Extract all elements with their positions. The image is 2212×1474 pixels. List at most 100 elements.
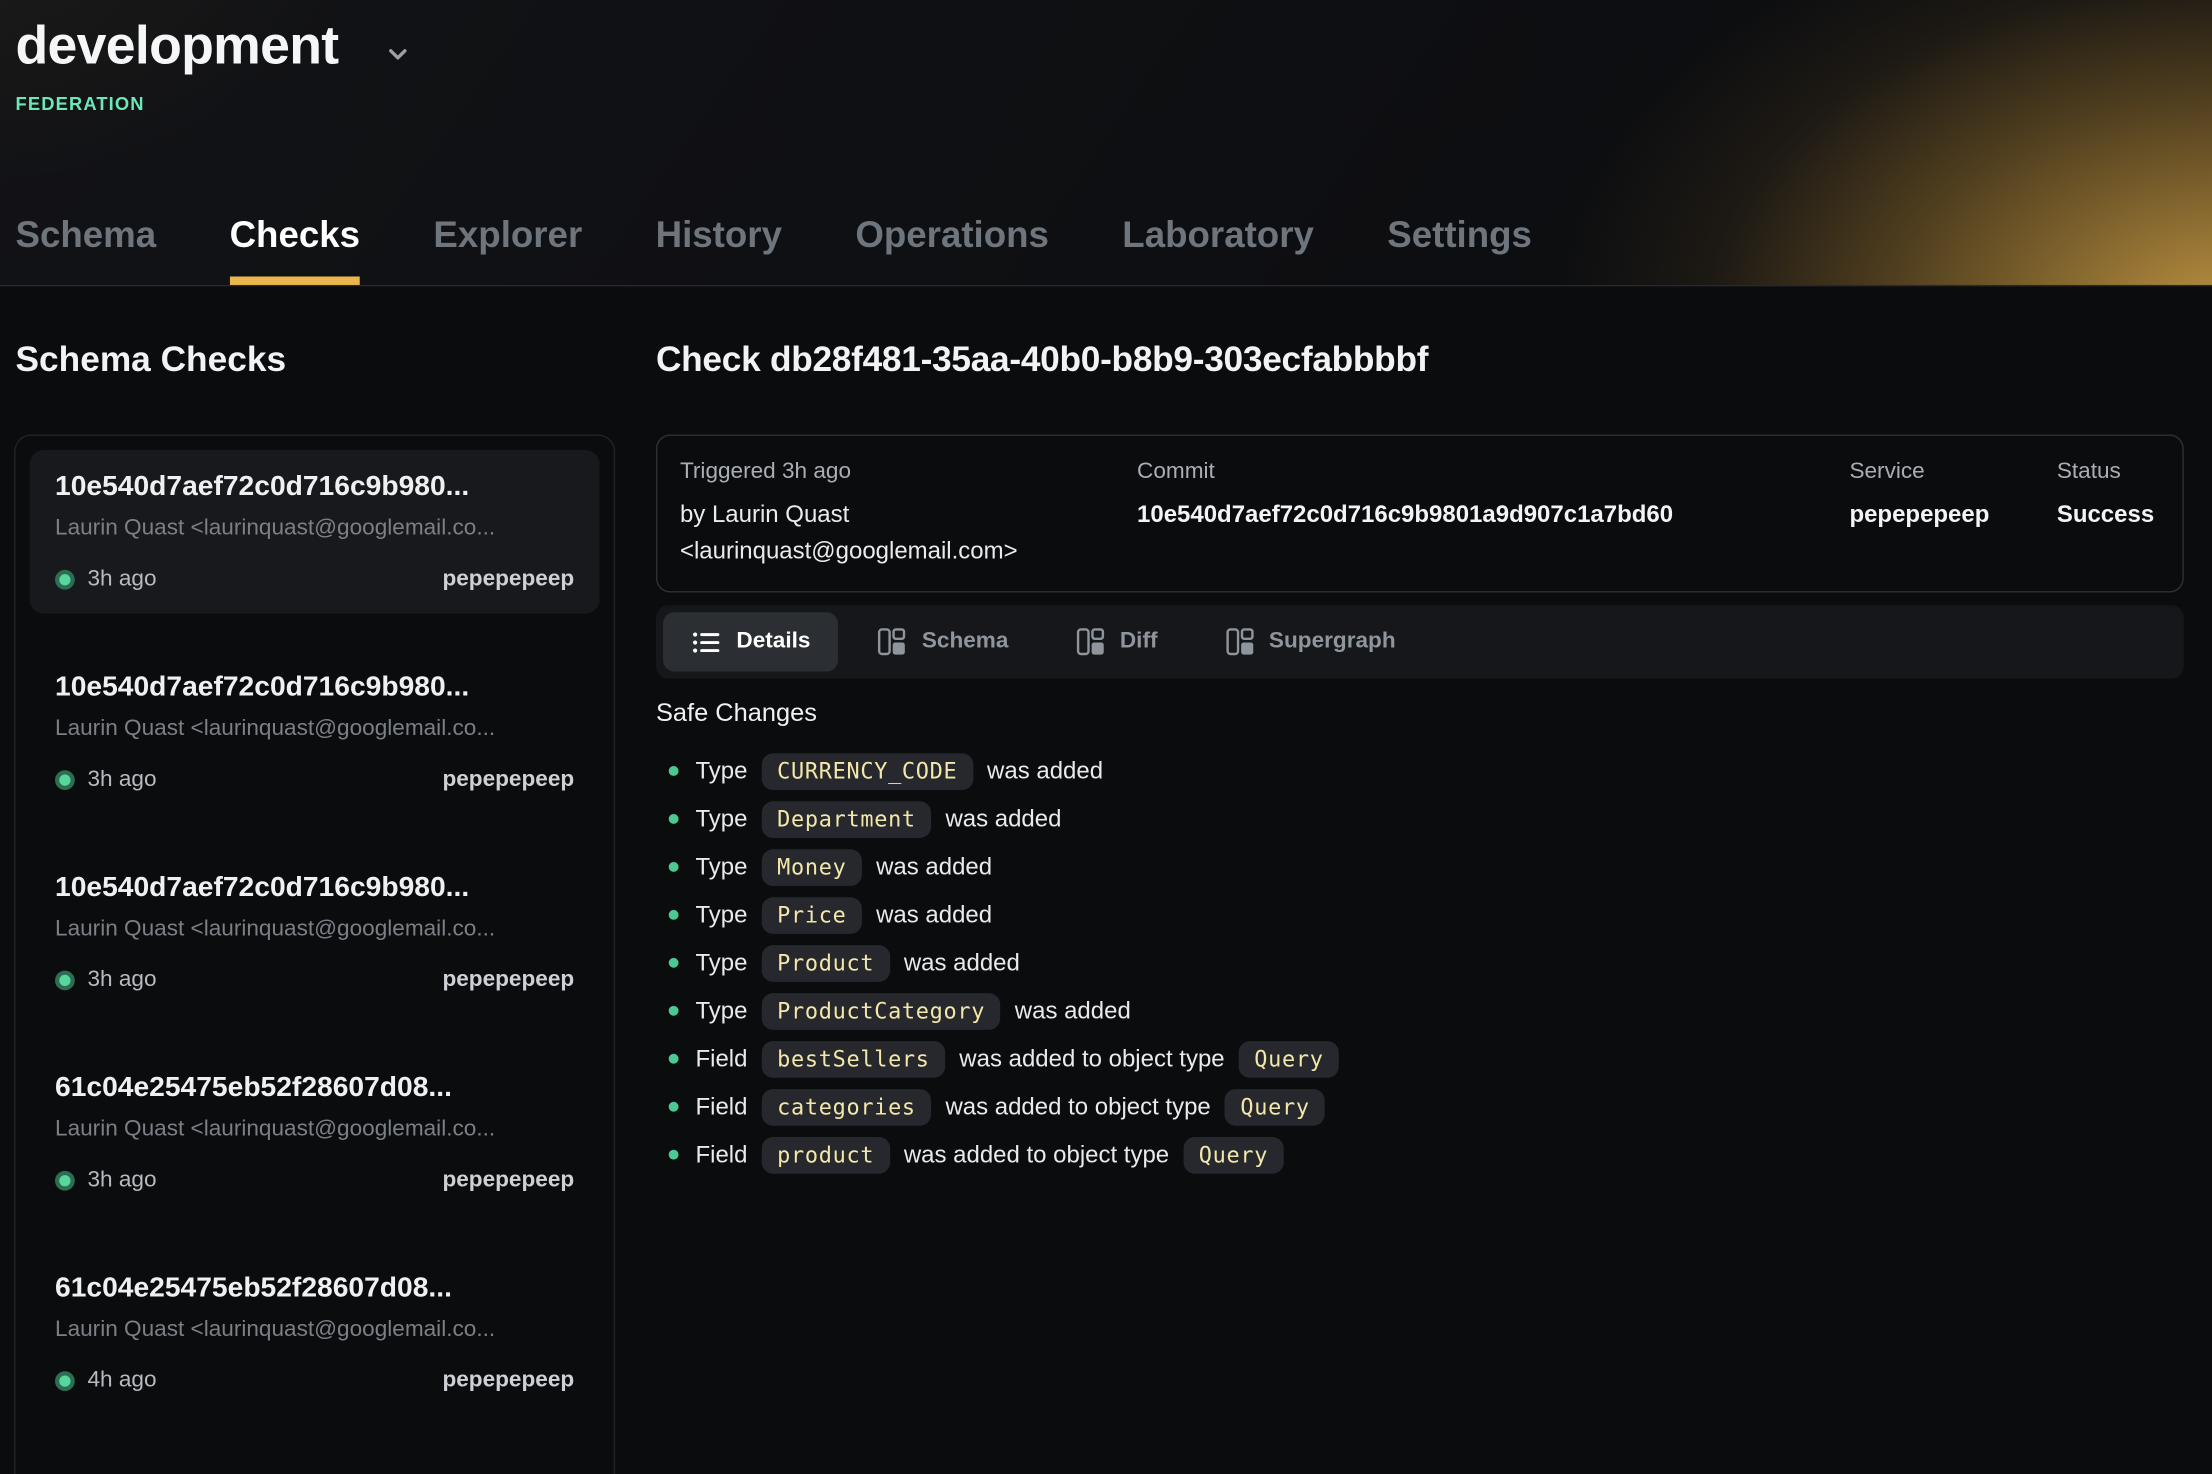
meta-triggered: Triggered 3h ago by Laurin Quast <laurin… bbox=[680, 460, 1137, 571]
view-tab-supergraph[interactable]: Supergraph bbox=[1197, 612, 1424, 671]
check-meta-row: 3h ago pepepepeep bbox=[55, 567, 574, 592]
meta-triggered-label: Triggered 3h ago bbox=[680, 460, 1137, 485]
check-commit-id: 10e540d7aef72c0d716c9b980... bbox=[55, 471, 574, 503]
change-suffix: was added to object type bbox=[945, 1093, 1210, 1121]
change-row: Type Product was added bbox=[656, 944, 2184, 982]
schema-check-item[interactable]: 61c04e25475eb52f28607d08... Laurin Quast… bbox=[30, 1051, 600, 1215]
list-icon bbox=[691, 627, 721, 657]
change-row: Field product was added to object type Q… bbox=[656, 1136, 2184, 1174]
change-code-chip-2: Query bbox=[1225, 1088, 1325, 1125]
top-tab-label: Checks bbox=[230, 213, 360, 255]
bullet-icon bbox=[669, 766, 679, 776]
check-meta-row: 3h ago pepepepeep bbox=[55, 1168, 574, 1193]
sidebar-title: Schema Checks bbox=[16, 340, 287, 381]
top-tab-label: Operations bbox=[855, 213, 1049, 255]
change-prefix: Type bbox=[695, 997, 747, 1025]
top-tab-history[interactable]: History bbox=[656, 205, 782, 285]
content-area: Schema Checks Check db28f481-35aa-40b0-b… bbox=[0, 286, 2212, 1474]
top-tab-operations[interactable]: Operations bbox=[855, 205, 1049, 285]
change-code-chip: categories bbox=[762, 1088, 932, 1125]
check-commit-id: 61c04e25475eb52f28607d08... bbox=[55, 1272, 574, 1304]
check-service: pepepepeep bbox=[442, 968, 574, 993]
bullet-icon bbox=[669, 1054, 679, 1064]
top-tab-label: Laboratory bbox=[1122, 213, 1314, 255]
view-tab-schema[interactable]: Schema bbox=[850, 612, 1037, 671]
top-tab-schema[interactable]: Schema bbox=[16, 205, 157, 285]
meta-triggered-author: by Laurin Quast bbox=[680, 497, 1137, 534]
schema-checks-list: 10e540d7aef72c0d716c9b980... Laurin Quas… bbox=[14, 434, 615, 1474]
schema-check-item[interactable]: 10e540d7aef72c0d716c9b980... Laurin Quas… bbox=[30, 650, 600, 814]
meta-status-value: Success bbox=[2057, 497, 2160, 534]
view-tab-diff[interactable]: Diff bbox=[1048, 612, 1186, 671]
columns-icon bbox=[1225, 628, 1253, 656]
view-tab-label: Supergraph bbox=[1269, 629, 1396, 654]
change-suffix: was added bbox=[904, 949, 1020, 977]
success-status-dot-icon bbox=[55, 1171, 75, 1191]
check-time: 4h ago bbox=[87, 1368, 156, 1393]
page-title: Check db28f481-35aa-40b0-b8b9-303ecfabbb… bbox=[656, 340, 1428, 381]
view-tab-label: Details bbox=[736, 629, 810, 654]
check-time: 3h ago bbox=[87, 567, 156, 592]
check-author: Laurin Quast <laurinquast@googlemail.co.… bbox=[55, 1318, 574, 1343]
bullet-icon bbox=[669, 862, 679, 872]
check-meta-row: 3h ago pepepepeep bbox=[55, 968, 574, 993]
bullet-icon bbox=[669, 958, 679, 968]
top-tab-label: History bbox=[656, 213, 782, 255]
top-tab-laboratory[interactable]: Laboratory bbox=[1122, 205, 1314, 285]
change-row: Field bestSellers was added to object ty… bbox=[656, 1040, 2184, 1078]
schema-check-item[interactable]: 10e540d7aef72c0d716c9b980... Laurin Quas… bbox=[30, 851, 600, 1015]
top-tab-explorer[interactable]: Explorer bbox=[433, 205, 582, 285]
success-status-dot-icon bbox=[55, 971, 75, 991]
top-tab-label: Settings bbox=[1387, 213, 1532, 255]
top-tab-label: Explorer bbox=[433, 213, 582, 255]
change-prefix: Field bbox=[695, 1093, 747, 1121]
change-row: Type ProductCategory was added bbox=[656, 992, 2184, 1030]
columns-icon bbox=[878, 628, 906, 656]
change-prefix: Field bbox=[695, 1045, 747, 1073]
change-suffix: was added to object type bbox=[904, 1141, 1169, 1169]
change-prefix: Type bbox=[695, 757, 747, 785]
check-service: pepepepeep bbox=[442, 567, 574, 592]
success-status-dot-icon bbox=[55, 770, 75, 790]
change-row: Type Price was added bbox=[656, 896, 2184, 934]
change-row: Field categories was added to object typ… bbox=[656, 1088, 2184, 1126]
change-code-chip: bestSellers bbox=[762, 1040, 946, 1077]
change-prefix: Type bbox=[695, 805, 747, 833]
meta-triggered-email: <laurinquast@googlemail.com> bbox=[680, 534, 1137, 571]
change-code-chip: Department bbox=[762, 801, 932, 838]
view-tab-details[interactable]: Details bbox=[663, 612, 839, 671]
top-tab-label: Schema bbox=[16, 213, 157, 255]
change-code-chip: Money bbox=[762, 849, 862, 886]
chevron-down-icon[interactable] bbox=[381, 36, 415, 70]
check-meta-row: 3h ago pepepepeep bbox=[55, 767, 574, 792]
check-time: 3h ago bbox=[87, 767, 156, 792]
success-status-dot-icon bbox=[55, 570, 75, 590]
change-code-chip: Price bbox=[762, 897, 862, 934]
meta-service-value: pepepepeep bbox=[1849, 497, 2056, 534]
change-prefix: Type bbox=[695, 949, 747, 977]
change-code-chip: CURRENCY_CODE bbox=[762, 753, 973, 790]
schema-check-item[interactable]: 61c04e25475eb52f28607d08... Laurin Quast… bbox=[30, 1251, 600, 1415]
change-row: Type Department was added bbox=[656, 800, 2184, 838]
meta-service: Service pepepepeep bbox=[1849, 460, 2056, 571]
change-prefix: Type bbox=[695, 901, 747, 929]
top-tab-checks[interactable]: Checks bbox=[230, 205, 360, 285]
project-type-badge: FEDERATION bbox=[16, 93, 145, 114]
check-commit-id: 10e540d7aef72c0d716c9b980... bbox=[55, 671, 574, 703]
top-tab-bar: Schema Checks Explorer History Operations Lab… bbox=[0, 205, 2212, 285]
schema-check-item[interactable]: 10e540d7aef72c0d716c9b980... Laurin Quas… bbox=[30, 450, 600, 614]
check-service: pepepepeep bbox=[442, 1168, 574, 1193]
check-time: 3h ago bbox=[87, 1168, 156, 1193]
top-tab-settings[interactable]: Settings bbox=[1387, 205, 1532, 285]
change-code-chip-2: Query bbox=[1239, 1040, 1339, 1077]
meta-commit: Commit 10e540d7aef72c0d716c9b9801a9d907c… bbox=[1137, 460, 1849, 571]
view-tab-bar: Details Schema bbox=[656, 605, 2184, 678]
change-code-chip: ProductCategory bbox=[762, 992, 1001, 1029]
bullet-icon bbox=[669, 1006, 679, 1016]
change-suffix: was added bbox=[876, 853, 992, 881]
app-window: development FEDERATION SchemaChecksExplo… bbox=[0, 0, 2212, 1474]
change-row: Type CURRENCY_CODE was added bbox=[656, 752, 2184, 790]
change-prefix: Field bbox=[695, 1141, 747, 1169]
change-prefix: Type bbox=[695, 853, 747, 881]
view-tab-label: Schema bbox=[922, 629, 1009, 654]
